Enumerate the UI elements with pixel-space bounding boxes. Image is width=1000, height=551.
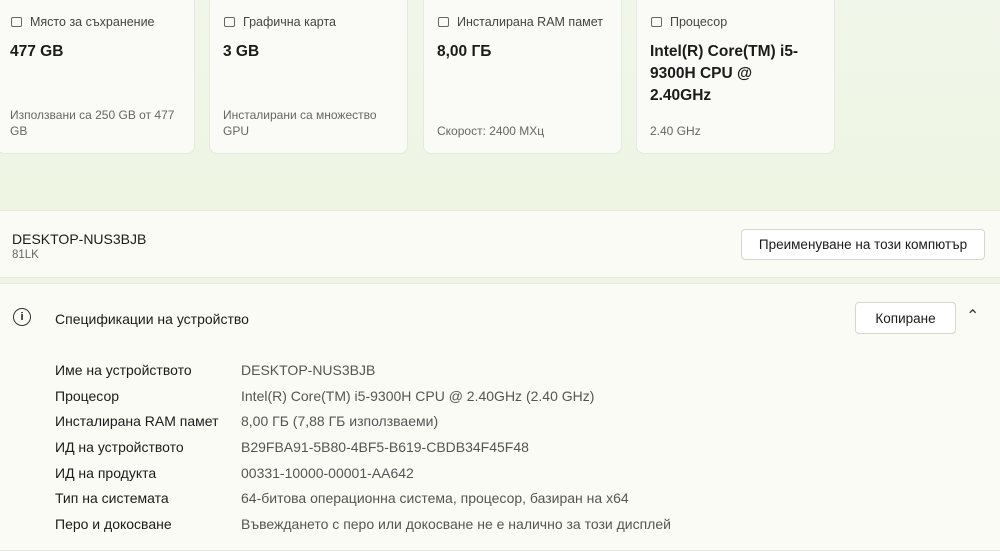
card-value: 477 GB bbox=[10, 43, 64, 60]
spec-key: ИД на устройството bbox=[55, 439, 184, 455]
rename-pc-button[interactable]: Преименуване на този компютър bbox=[741, 229, 985, 260]
graphics-card: Графична карта 3 GB Инсталирани са множе… bbox=[209, 0, 408, 154]
storage-icon bbox=[11, 17, 22, 27]
specs-title: Спецификации на устройство bbox=[55, 311, 249, 327]
spec-row: Тип на системата 64-битова операционна си… bbox=[55, 490, 629, 506]
card-value: 8,00 ГБ bbox=[437, 43, 492, 60]
spec-key: Процесор bbox=[55, 388, 120, 404]
spec-value: Intel(R) Core(TM) i5-9300H CPU @ 2.40GHz… bbox=[241, 388, 595, 404]
graphics-card-icon bbox=[224, 17, 235, 27]
device-name-section: DESKTOP-NUS3BJB 81LK Преименуване на тоз… bbox=[0, 210, 1000, 278]
spec-value: 00331-10000-00001-AA642 bbox=[241, 465, 414, 481]
card-title: Процесор bbox=[670, 15, 728, 29]
chevron-up-icon[interactable]: ⌃ bbox=[966, 306, 979, 326]
card-sub: 2.40 GHz bbox=[650, 124, 701, 138]
card-sub: Скорост: 2400 MXц bbox=[437, 124, 545, 138]
spec-row: ИД на устройството B29FBA91-5B80-4BF5-B61… bbox=[55, 439, 529, 455]
spec-value: Въвеждането с перо или докосване не е на… bbox=[241, 516, 671, 532]
ram-card: Инсталирана RAM памет 8,00 ГБ Скорост: 2… bbox=[423, 0, 622, 154]
card-sub: Инсталирани са множество GPU bbox=[223, 108, 377, 138]
card-value: Intel(R) Core(TM) i5-9300H CPU @ 2.40GHz bbox=[650, 43, 799, 104]
device-name: DESKTOP-NUS3BJB bbox=[12, 231, 147, 247]
spec-key: ИД на продукта bbox=[55, 465, 157, 481]
card-title: Инсталирана RAM памет bbox=[457, 15, 604, 29]
spec-key: Перо и докосване bbox=[55, 516, 172, 532]
spec-value: 64-битова операционна система, процесор,… bbox=[241, 490, 629, 506]
card-title: Графична карта bbox=[243, 15, 336, 29]
spec-key: Име на устройството bbox=[55, 362, 192, 378]
specs-header[interactable]: i Спецификации на устройство Копиране ⌃ bbox=[0, 283, 1000, 352]
storage-card: Място за съхранение 477 GB Използвани са… bbox=[0, 0, 195, 154]
spec-key: Инсталирана RAM памет bbox=[55, 413, 219, 429]
spec-row: Процесор Intel(R) Core(TM) i5-9300H CPU @… bbox=[55, 388, 594, 404]
spec-row: Перо и докосване Въвеждането с перо или д… bbox=[55, 516, 671, 532]
spec-row: Име на устройството DESKTOP-NUS3BJB bbox=[55, 362, 375, 378]
spec-row: ИД на продукта 00331-10000-00001-AA642 bbox=[55, 465, 414, 481]
info-icon: i bbox=[13, 308, 31, 326]
spec-row: Инсталирана RAM памет 8,00 ГБ (7,88 ГБ из… bbox=[55, 413, 438, 429]
card-sub: Използвани са 250 GB от 477 GB bbox=[10, 108, 175, 138]
spec-value: B29FBA91-5B80-4BF5-B619-CBDB34F45F48 bbox=[241, 439, 529, 455]
card-value: 3 GB bbox=[223, 43, 260, 60]
processor-card: Процесор Intel(R) Core(TM) i5-9300H CPU … bbox=[636, 0, 835, 154]
card-title: Място за съхранение bbox=[30, 15, 155, 29]
spec-key: Тип на системата bbox=[55, 490, 169, 506]
spec-value: 8,00 ГБ (7,88 ГБ използваеми) bbox=[241, 413, 439, 429]
copy-button[interactable]: Копиране bbox=[855, 302, 956, 334]
ram-icon bbox=[438, 17, 449, 27]
spec-value: DESKTOP-NUS3BJB bbox=[241, 362, 376, 378]
specs-body: Име на устройството DESKTOP-NUS3BJB Проце… bbox=[0, 350, 1000, 551]
processor-icon bbox=[651, 17, 662, 27]
device-model: 81LK bbox=[12, 249, 39, 261]
